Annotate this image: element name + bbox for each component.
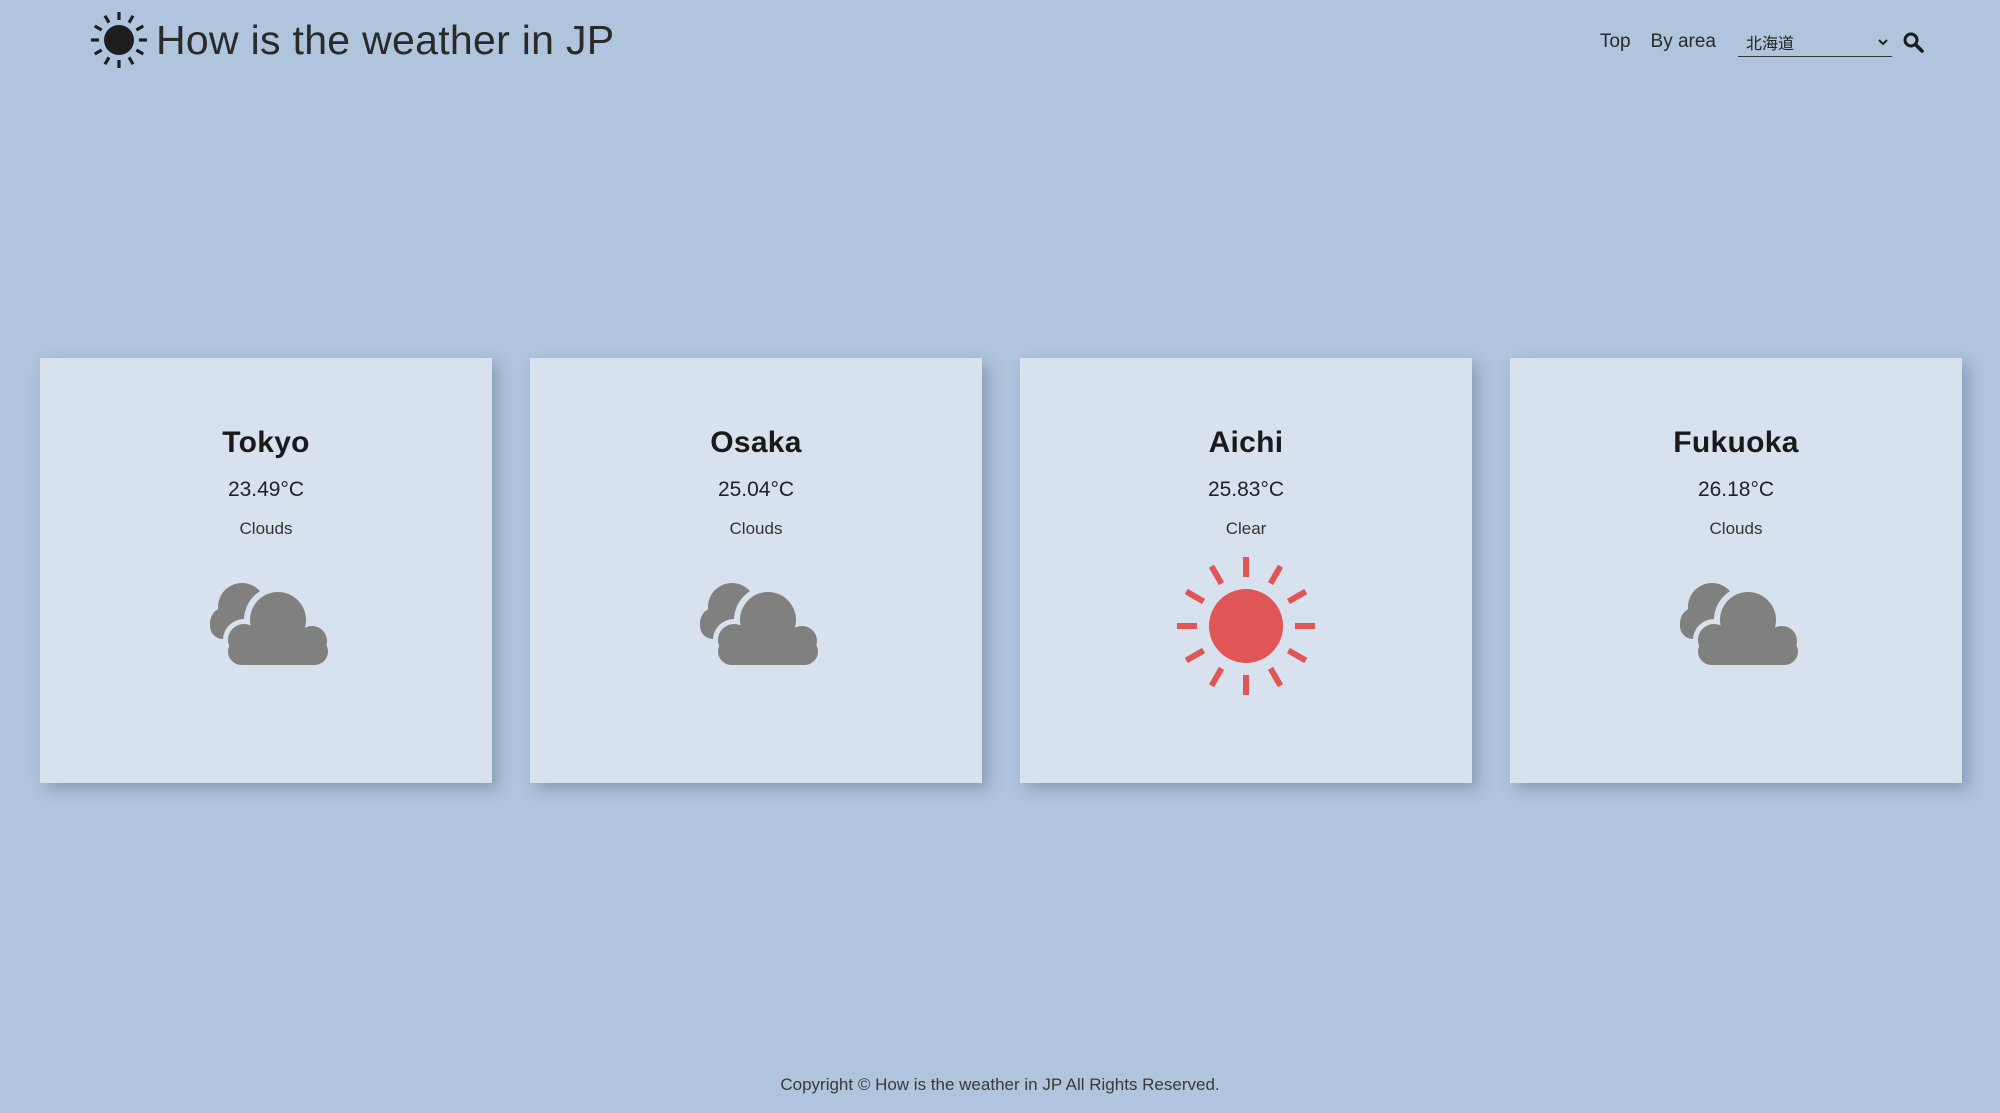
weather-cards: Tokyo 23.49°C Clouds Osaka 25.04°C Cloud… (40, 358, 1962, 783)
clouds-icon (1680, 583, 1802, 668)
weather-card-aichi[interactable]: Aichi 25.83°C Clear (1020, 358, 1472, 783)
sun-icon (1177, 557, 1315, 695)
site-header: How is the weather in JP Top By area 北海道 (0, 0, 2000, 80)
nav-link-top[interactable]: Top (1600, 31, 1631, 53)
card-temperature: 25.83°C (1207, 478, 1285, 501)
sun-icon (91, 12, 147, 68)
weather-card-osaka[interactable]: Osaka 25.04°C Clouds (530, 358, 982, 783)
card-city: Fukuoka (1673, 426, 1799, 459)
weather-card-fukuoka[interactable]: Fukuoka 26.18°C Clouds (1510, 358, 1962, 783)
area-select-value: 北海道 (1746, 35, 1795, 53)
search-icon[interactable] (1902, 31, 1924, 53)
card-condition: Clouds (1709, 519, 1763, 538)
nav-link-by-area[interactable]: By area (1651, 31, 1716, 53)
card-condition: Clouds (239, 519, 293, 538)
area-select[interactable]: 北海道 (1738, 27, 1892, 57)
card-condition: Clouds (729, 519, 783, 538)
weather-card-tokyo[interactable]: Tokyo 23.49°C Clouds (40, 358, 492, 783)
card-temperature: 23.49°C (227, 478, 305, 501)
card-condition: Clear (1225, 519, 1267, 538)
card-city: Tokyo (222, 426, 310, 459)
footer-copyright: Copyright © How is the weather in JP All… (780, 1075, 1220, 1094)
card-temperature: 25.04°C (717, 478, 795, 501)
clouds-icon (210, 583, 332, 668)
site-title: How is the weather in JP (156, 16, 615, 63)
chevron-down-icon (1878, 39, 1888, 46)
clouds-icon (700, 583, 822, 668)
card-city: Aichi (1208, 426, 1284, 459)
card-city: Osaka (710, 426, 802, 459)
main-nav: Top By area 北海道 (1600, 22, 1924, 62)
site-logo[interactable]: How is the weather in JP (88, 10, 614, 70)
card-temperature: 26.18°C (1697, 478, 1775, 501)
